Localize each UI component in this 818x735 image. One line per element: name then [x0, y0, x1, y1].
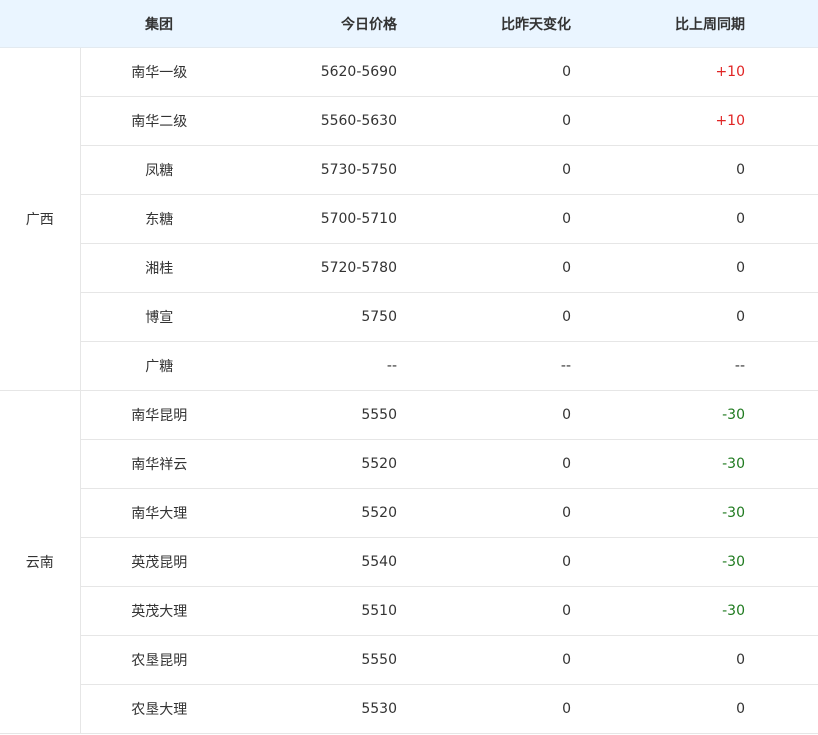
- group-cell: 农垦大理: [80, 684, 238, 734]
- region-cell: 云南: [0, 390, 81, 734]
- table-row: 湘桂 5720-5780 0 0: [0, 243, 818, 293]
- header-row: 集团 今日价格 比昨天变化 比上周同期: [0, 0, 818, 48]
- group-cell: 南华祥云: [80, 439, 238, 489]
- table-row: 广西 南华一级 5620-5690 0 +10: [0, 47, 818, 391]
- group-cell: 博宣: [80, 292, 238, 342]
- group-cell: 农垦昆明: [80, 635, 238, 685]
- price-cell: 5560-5630: [238, 96, 397, 146]
- wow-cell: 0: [571, 145, 745, 195]
- dod-cell: 0: [397, 390, 571, 440]
- wow-cell: --: [571, 341, 745, 391]
- price-cell: 5550: [238, 390, 397, 440]
- spacer-cell: [745, 194, 818, 244]
- dod-cell: 0: [397, 292, 571, 342]
- dod-cell: 0: [397, 586, 571, 636]
- group-cell: 南华一级: [80, 47, 238, 97]
- group-cell: 广糖: [80, 341, 238, 391]
- dod-cell: 0: [397, 96, 571, 146]
- wow-cell: 0: [571, 243, 745, 293]
- price-cell: 5700-5710: [238, 194, 397, 244]
- wow-cell: 0: [571, 194, 745, 244]
- sugar-price-table: 集团 今日价格 比昨天变化 比上周同期 广西 南华一级 5620-5690 0 +10 南…: [0, 0, 818, 734]
- table-row: 农垦昆明 5550 0 0: [0, 635, 818, 685]
- dod-cell: 0: [397, 47, 571, 97]
- wow-cell: 0: [571, 292, 745, 342]
- price-cell: 5510: [238, 586, 397, 636]
- wow-cell: -30: [571, 488, 745, 538]
- table-row: 南华二级 5560-5630 0 +10: [0, 96, 818, 146]
- spacer-cell: [745, 488, 818, 538]
- group-cell: 英茂昆明: [80, 537, 238, 587]
- table-row: 南华大理 5520 0 -30: [0, 488, 818, 538]
- wow-cell: +10: [571, 47, 745, 97]
- wow-cell: -30: [571, 586, 745, 636]
- spacer-cell: [745, 96, 818, 146]
- price-cell: 5620-5690: [238, 47, 397, 97]
- header-group: 集团: [80, 0, 238, 48]
- table-row: 云南 南华昆明 5550 0 -30: [0, 390, 818, 734]
- dod-cell: 0: [397, 145, 571, 195]
- group-cell: 南华大理: [80, 488, 238, 538]
- price-cell: 5720-5780: [238, 243, 397, 293]
- header-spacer: [745, 0, 818, 48]
- table-row: 博宣 5750 0 0: [0, 292, 818, 342]
- wow-cell: +10: [571, 96, 745, 146]
- table-row: 东糖 5700-5710 0 0: [0, 194, 818, 244]
- price-cell: 5730-5750: [238, 145, 397, 195]
- group-cell: 湘桂: [80, 243, 238, 293]
- dod-cell: 0: [397, 635, 571, 685]
- spacer-cell: [745, 243, 818, 293]
- table-body: 广西 南华一级 5620-5690 0 +10 南华二级 5560-5630 0 +10 凤糖 57…: [0, 47, 818, 734]
- wow-cell: 0: [571, 635, 745, 685]
- spacer-cell: [745, 390, 818, 440]
- spacer-cell: [745, 439, 818, 489]
- table-row: 广糖 -- -- --: [0, 341, 818, 391]
- price-cell: 5540: [238, 537, 397, 587]
- dod-cell: 0: [397, 243, 571, 293]
- price-cell: 5550: [238, 635, 397, 685]
- region-cell: 广西: [0, 47, 81, 391]
- spacer-cell: [745, 586, 818, 636]
- group-cell: 南华二级: [80, 96, 238, 146]
- dod-cell: 0: [397, 488, 571, 538]
- table-row: 南华祥云 5520 0 -30: [0, 439, 818, 489]
- group-cell: 英茂大理: [80, 586, 238, 636]
- dod-cell: 0: [397, 684, 571, 734]
- table-row: 凤糖 5730-5750 0 0: [0, 145, 818, 195]
- header-wow: 比上周同期: [571, 0, 745, 48]
- table-row: 英茂昆明 5540 0 -30: [0, 537, 818, 587]
- price-cell: --: [238, 341, 397, 391]
- spacer-cell: [745, 341, 818, 391]
- spacer-cell: [745, 292, 818, 342]
- spacer-cell: [745, 537, 818, 587]
- group-cell: 凤糖: [80, 145, 238, 195]
- spacer-cell: [745, 684, 818, 734]
- spacer-cell: [745, 145, 818, 195]
- dod-cell: 0: [397, 439, 571, 489]
- header-price: 今日价格: [238, 0, 397, 48]
- header-region: [0, 0, 80, 48]
- price-cell: 5520: [238, 488, 397, 538]
- price-cell: 5520: [238, 439, 397, 489]
- table-row: 农垦大理 5530 0 0: [0, 684, 818, 734]
- table-header: 集团 今日价格 比昨天变化 比上周同期: [0, 0, 818, 48]
- dod-cell: 0: [397, 537, 571, 587]
- wow-cell: -30: [571, 537, 745, 587]
- dod-cell: --: [397, 341, 571, 391]
- wow-cell: 0: [571, 684, 745, 734]
- spacer-cell: [745, 47, 818, 97]
- wow-cell: -30: [571, 390, 745, 440]
- price-cell: 5750: [238, 292, 397, 342]
- dod-cell: 0: [397, 194, 571, 244]
- spacer-cell: [745, 635, 818, 685]
- group-cell: 南华昆明: [80, 390, 238, 440]
- price-cell: 5530: [238, 684, 397, 734]
- table-row: 英茂大理 5510 0 -30: [0, 586, 818, 636]
- group-cell: 东糖: [80, 194, 238, 244]
- header-dod: 比昨天变化: [397, 0, 571, 48]
- wow-cell: -30: [571, 439, 745, 489]
